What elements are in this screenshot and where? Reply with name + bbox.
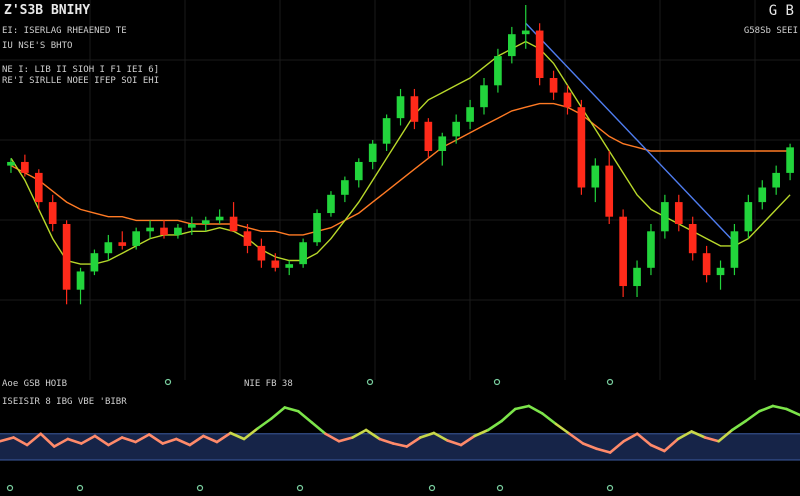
oscillator-segment bbox=[297, 409, 314, 424]
candle-body bbox=[118, 242, 127, 246]
candle-body bbox=[341, 180, 349, 195]
oscillator-segment bbox=[554, 422, 571, 436]
candle-body bbox=[354, 161, 363, 181]
candle-body bbox=[438, 136, 447, 151]
candle-body bbox=[730, 231, 739, 268]
time-axis-marker bbox=[164, 378, 172, 386]
oscillator-segment bbox=[283, 406, 300, 413]
time-axis-marker bbox=[296, 484, 304, 492]
candle-body bbox=[327, 194, 335, 214]
candle-body bbox=[508, 34, 516, 57]
candle-body bbox=[452, 121, 460, 137]
oscillator-segment bbox=[785, 407, 800, 417]
header-info-line-2: EI: ISERLAG RHEAENED TE bbox=[2, 26, 127, 36]
oscillator-segment bbox=[758, 404, 775, 413]
candle-body bbox=[215, 216, 224, 221]
oscillator-segment bbox=[771, 404, 788, 411]
oscillator-segment bbox=[500, 407, 517, 423]
candle-body bbox=[48, 202, 57, 224]
oscillator-segment bbox=[486, 419, 503, 432]
candle-body bbox=[591, 165, 600, 188]
candle-body bbox=[716, 267, 725, 276]
candle-body bbox=[521, 30, 530, 35]
candle-body bbox=[772, 172, 780, 188]
chart-title: Z'S3B BNIHY bbox=[4, 3, 91, 18]
time-axis-marker bbox=[6, 484, 14, 492]
time-axis-marker bbox=[366, 378, 374, 386]
candle-body bbox=[285, 264, 294, 268]
oscillator-segment bbox=[744, 409, 761, 423]
time-axis-marker bbox=[606, 378, 614, 386]
candle-body bbox=[257, 245, 266, 261]
candle-body bbox=[494, 56, 502, 86]
candle-body bbox=[21, 161, 29, 173]
candle-body bbox=[674, 202, 683, 224]
candle-body bbox=[661, 202, 669, 232]
candle-body bbox=[605, 165, 614, 217]
candle-body bbox=[271, 260, 280, 268]
candle-body bbox=[76, 271, 85, 290]
header-info-line-3: IU NSE'S BHTO bbox=[2, 41, 73, 51]
oscillator-segment bbox=[527, 404, 544, 415]
candle-body bbox=[160, 227, 168, 235]
trading-chart-screen: Z'S3B BNIHY EI: ISERLAG RHEAENED TE IU N… bbox=[0, 0, 800, 496]
time-axis-marker bbox=[493, 378, 501, 386]
header-info-line-4: NE I: LIB II SIOH I F1 IEI 6] bbox=[2, 65, 160, 75]
candle-body bbox=[34, 172, 43, 203]
chart-subtitle-right: G58Sb SEEI bbox=[743, 26, 798, 36]
candle-body bbox=[132, 231, 140, 246]
candle-body bbox=[382, 118, 391, 144]
candle-body bbox=[466, 107, 474, 122]
candle-body bbox=[577, 107, 586, 188]
candle-body bbox=[174, 227, 182, 235]
oscillator-label-1: Aoe GSB HOIB bbox=[2, 379, 68, 389]
oscillator-segment bbox=[730, 419, 748, 432]
candle-body bbox=[647, 231, 655, 268]
candle-body bbox=[7, 161, 15, 166]
candle-body bbox=[702, 253, 711, 276]
candle-body bbox=[758, 187, 767, 203]
oscillator-mid-label: NIE FB 38 bbox=[244, 379, 293, 389]
candle-body bbox=[410, 96, 419, 122]
oscillator-segment bbox=[256, 417, 273, 430]
trend-line bbox=[525, 22, 735, 243]
candle-body bbox=[535, 30, 544, 78]
oscillator-segment bbox=[513, 404, 531, 411]
candle-body bbox=[633, 267, 641, 287]
candle-body bbox=[104, 242, 113, 254]
oscillator-label-2: ISEISIR 8 IBG VBE 'BIBR bbox=[2, 397, 127, 407]
candle-body bbox=[146, 227, 154, 232]
candle-body bbox=[563, 92, 572, 108]
time-axis-marker bbox=[196, 484, 204, 492]
candle-body bbox=[619, 216, 627, 287]
candle-body bbox=[549, 78, 558, 93]
oscillator-segment bbox=[269, 406, 287, 421]
time-axis-marker bbox=[76, 484, 84, 492]
candle-body bbox=[396, 96, 405, 119]
candle-body bbox=[90, 253, 99, 272]
candle-body bbox=[368, 143, 377, 162]
oscillator-segment bbox=[310, 421, 327, 436]
candle-body bbox=[688, 224, 697, 254]
time-axis-marker bbox=[606, 484, 614, 492]
candle-body bbox=[62, 224, 71, 290]
candle-body bbox=[243, 231, 252, 246]
chart-title-right: G B bbox=[768, 3, 794, 19]
candle-body bbox=[201, 220, 210, 224]
candle-body bbox=[229, 216, 238, 232]
candle-body bbox=[299, 242, 307, 265]
candle-body bbox=[744, 202, 753, 232]
candle-body bbox=[786, 147, 794, 173]
header-info-line-5: RE'I SIRLLE NOEE IFEP SOI EHI bbox=[2, 76, 160, 86]
oscillator-segment bbox=[541, 412, 558, 426]
candle-body bbox=[480, 85, 488, 108]
candle-body bbox=[424, 121, 433, 151]
candle-body bbox=[313, 213, 321, 243]
time-axis-marker bbox=[496, 484, 504, 492]
time-axis-marker bbox=[428, 484, 436, 492]
candle-body bbox=[188, 224, 196, 228]
